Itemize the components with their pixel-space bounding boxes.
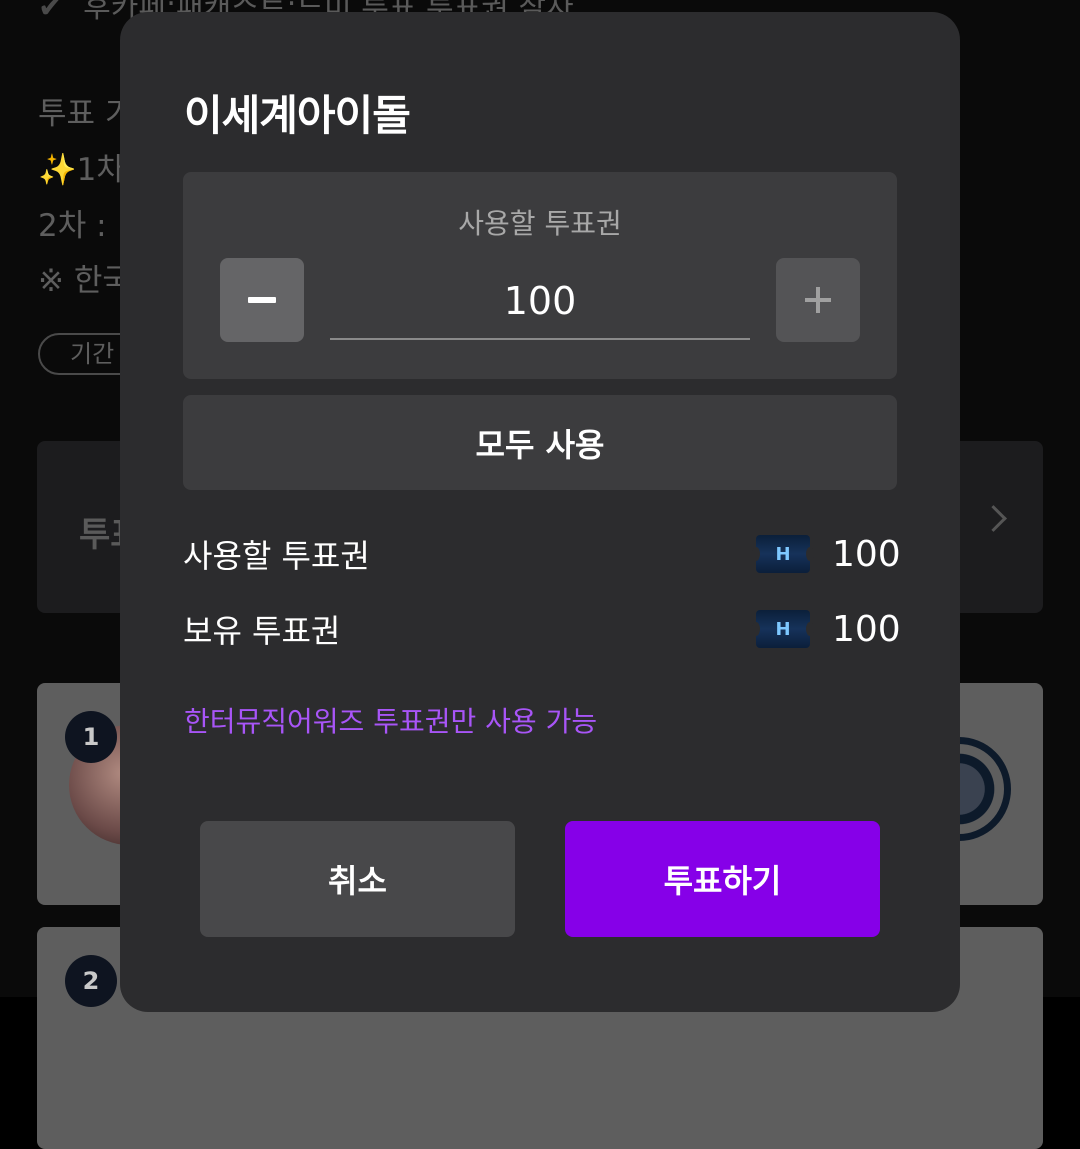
rank-badge: 2: [65, 955, 117, 1007]
chevron-right-icon: [980, 505, 1007, 532]
ticket-restriction-notice: 한터뮤직어워즈 투표권만 사용 가능: [184, 705, 598, 738]
plus-icon: [805, 287, 831, 313]
tickets-to-use-label: 사용할 투표권: [183, 537, 370, 575]
background-line: ✨1차: [38, 152, 125, 188]
vote-count-input[interactable]: [330, 264, 750, 340]
tickets-owned-row: 보유 투표권 H 100: [183, 604, 901, 654]
dialog-title: 이세계아이돌: [184, 91, 411, 140]
cancel-button[interactable]: 취소: [200, 821, 515, 937]
increment-button[interactable]: [776, 258, 860, 342]
tickets-owned-label: 보유 투표권: [183, 612, 341, 650]
vote-dialog: 이세계아이돌 사용할 투표권 모두 사용 사용할 투표권 H 100 보유 투표…: [120, 12, 960, 1012]
background-line: ※ 한국: [38, 263, 131, 299]
rank-badge: 1: [65, 711, 117, 763]
ticket-icon: H: [752, 610, 814, 648]
tickets-to-use-row: 사용할 투표권 H 100: [183, 529, 901, 579]
decrement-button[interactable]: [220, 258, 304, 342]
tickets-owned-value: 100: [832, 608, 901, 650]
use-all-button[interactable]: 모두 사용: [183, 395, 897, 490]
check-icon: ✔: [38, 0, 64, 25]
vote-button[interactable]: 투표하기: [565, 821, 880, 937]
background-line: 2차 :: [38, 208, 107, 244]
minus-icon: [248, 297, 276, 303]
counter-label: 사용할 투표권: [458, 207, 622, 240]
vote-counter: 사용할 투표권: [183, 172, 897, 379]
ticket-icon: H: [752, 535, 814, 573]
tickets-to-use-value: 100: [832, 533, 901, 575]
